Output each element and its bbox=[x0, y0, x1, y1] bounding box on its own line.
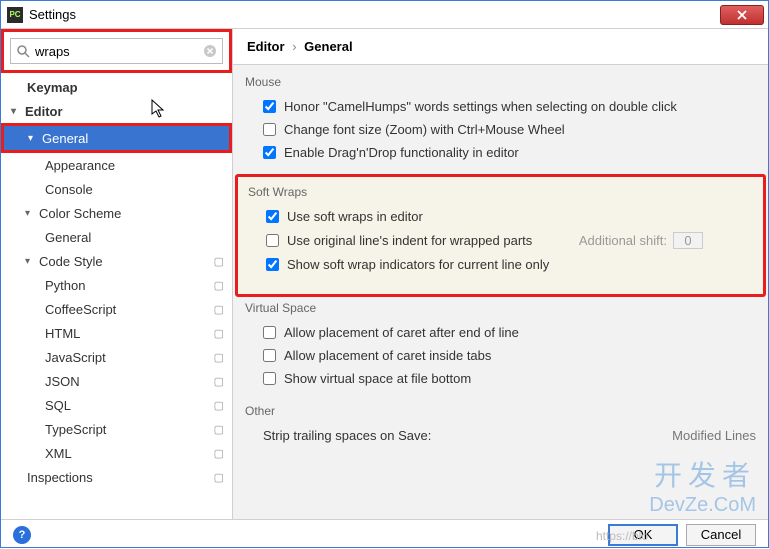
dnd-checkbox[interactable] bbox=[263, 146, 276, 159]
tree-item-keymap[interactable]: Keymap bbox=[1, 75, 232, 99]
shift-input bbox=[673, 232, 703, 249]
tree-item-cs-general[interactable]: General bbox=[1, 225, 232, 249]
scheme-icon: ▢ bbox=[214, 327, 224, 340]
chevron-down-icon: ▾ bbox=[25, 256, 37, 267]
chevron-down-icon: ▾ bbox=[28, 133, 40, 144]
scheme-icon: ▢ bbox=[214, 279, 224, 292]
tree-item-javascript[interactable]: JavaScript▢ bbox=[1, 345, 232, 369]
scheme-icon: ▢ bbox=[214, 351, 224, 364]
indicators-checkbox[interactable] bbox=[266, 258, 279, 271]
group-title-virtual: Virtual Space bbox=[235, 297, 766, 319]
cancel-button[interactable]: Cancel bbox=[686, 524, 756, 546]
tree-item-console[interactable]: Console bbox=[1, 177, 232, 201]
scheme-icon: ▢ bbox=[214, 303, 224, 316]
orig-indent-label: Use original line's indent for wrapped p… bbox=[287, 233, 532, 248]
chevron-down-icon: ▾ bbox=[11, 106, 23, 117]
use-softwraps-label: Use soft wraps in editor bbox=[287, 209, 423, 224]
help-icon[interactable]: ? bbox=[13, 526, 31, 544]
footer: ? OK Cancel bbox=[1, 519, 768, 549]
virtual-bottom-label: Show virtual space at file bottom bbox=[284, 371, 471, 386]
tree-item-color-scheme[interactable]: ▾Color Scheme bbox=[1, 201, 232, 225]
shift-label: Additional shift: bbox=[579, 233, 667, 248]
tree-item-inspections[interactable]: Inspections▢ bbox=[1, 465, 232, 489]
scheme-icon: ▢ bbox=[214, 399, 224, 412]
scheme-icon: ▢ bbox=[214, 423, 224, 436]
group-title-softwraps: Soft Wraps bbox=[238, 181, 763, 203]
chevron-down-icon: ▾ bbox=[25, 208, 37, 219]
group-title-mouse: Mouse bbox=[235, 71, 766, 93]
chevron-right-icon: › bbox=[292, 39, 296, 54]
left-pane: Keymap ▾Editor ▾General Appearance Conso… bbox=[1, 29, 233, 519]
clear-search-icon[interactable] bbox=[203, 44, 217, 61]
tree-item-appearance[interactable]: Appearance bbox=[1, 153, 232, 177]
tree-item-xml[interactable]: XML▢ bbox=[1, 441, 232, 465]
tree-item-code-style[interactable]: ▾Code Style▢ bbox=[1, 249, 232, 273]
app-icon: PC bbox=[7, 7, 23, 23]
caret-eol-label: Allow placement of caret after end of li… bbox=[284, 325, 519, 340]
virtual-bottom-checkbox[interactable] bbox=[263, 372, 276, 385]
group-title-other: Other bbox=[235, 400, 766, 422]
tree-item-python[interactable]: Python▢ bbox=[1, 273, 232, 297]
caret-tabs-checkbox[interactable] bbox=[263, 349, 276, 362]
search-icon bbox=[16, 44, 30, 61]
camelhumps-label: Honor "CamelHumps" words settings when s… bbox=[284, 99, 677, 114]
scheme-icon: ▢ bbox=[214, 471, 224, 484]
tree-item-json[interactable]: JSON▢ bbox=[1, 369, 232, 393]
camelhumps-checkbox[interactable] bbox=[263, 100, 276, 113]
zoom-checkbox[interactable] bbox=[263, 123, 276, 136]
tree-item-coffeescript[interactable]: CoffeeScript▢ bbox=[1, 297, 232, 321]
scheme-icon: ▢ bbox=[214, 447, 224, 460]
scheme-icon: ▢ bbox=[214, 255, 224, 268]
orig-indent-checkbox[interactable] bbox=[266, 234, 279, 247]
breadcrumb: Editor › General bbox=[233, 29, 768, 65]
soft-wraps-section: Soft Wraps Use soft wraps in editor Use … bbox=[235, 174, 766, 297]
tree-item-html[interactable]: HTML▢ bbox=[1, 321, 232, 345]
ok-button[interactable]: OK bbox=[608, 524, 678, 546]
zoom-label: Change font size (Zoom) with Ctrl+Mouse … bbox=[284, 122, 565, 137]
titlebar: PC Settings bbox=[1, 1, 768, 29]
right-pane: Editor › General Mouse Honor "CamelHumps… bbox=[233, 29, 768, 519]
search-input[interactable] bbox=[10, 38, 223, 64]
scheme-icon: ▢ bbox=[214, 375, 224, 388]
dnd-label: Enable Drag'n'Drop functionality in edit… bbox=[284, 145, 519, 160]
strip-value[interactable]: Modified Lines bbox=[672, 428, 756, 443]
close-button[interactable] bbox=[720, 5, 764, 25]
tree-item-editor[interactable]: ▾Editor bbox=[1, 99, 232, 123]
settings-tree: Keymap ▾Editor ▾General Appearance Conso… bbox=[1, 73, 232, 519]
caret-tabs-label: Allow placement of caret inside tabs bbox=[284, 348, 491, 363]
tree-item-typescript[interactable]: TypeScript▢ bbox=[1, 417, 232, 441]
indicators-label: Show soft wrap indicators for current li… bbox=[287, 257, 549, 272]
use-softwraps-checkbox[interactable] bbox=[266, 210, 279, 223]
window-title: Settings bbox=[29, 7, 720, 22]
strip-label: Strip trailing spaces on Save: bbox=[263, 428, 431, 443]
tree-item-sql[interactable]: SQL▢ bbox=[1, 393, 232, 417]
tree-item-general[interactable]: ▾General bbox=[4, 126, 229, 150]
caret-eol-checkbox[interactable] bbox=[263, 326, 276, 339]
